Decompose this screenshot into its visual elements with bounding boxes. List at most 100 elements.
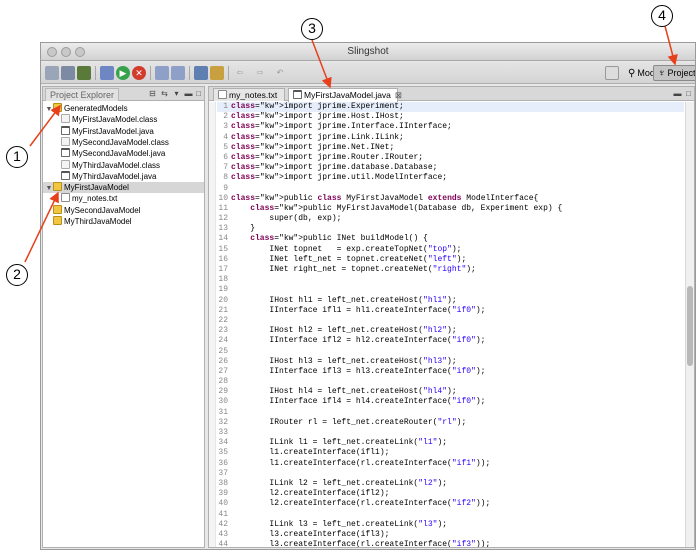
tree-item-label: MySecondJavaModel.java (72, 149, 166, 159)
scrollbar-thumb[interactable] (687, 286, 693, 366)
class-file-icon (61, 159, 70, 169)
code-line: 1 class="kw">import jprime.Experiment; (217, 102, 684, 113)
folder-icon (53, 216, 62, 225)
folder-icon (53, 103, 62, 112)
code-text: IHost hl3 = left_net.createHost("hl3"); (231, 356, 457, 366)
code-line: 29 IHost hl4 = left_net.createHost("hl4"… (217, 387, 684, 397)
perspective-project-label: Project (667, 68, 696, 78)
line-number: 41 (218, 509, 228, 519)
code-text: class="kw">import jprime.Net.INet; (231, 142, 395, 152)
line-number: 20 (218, 295, 228, 305)
edit-icon[interactable] (155, 66, 169, 80)
code-line: 36 l1.createInterface(rl.createInterface… (217, 459, 684, 469)
vertical-scrollbar[interactable] (685, 102, 694, 547)
save-icon[interactable] (61, 66, 75, 80)
network-icon[interactable] (194, 66, 208, 80)
maximize-editor-icon[interactable]: □ (684, 89, 693, 98)
line-number: 5 (223, 142, 228, 152)
code-line: 8 class="kw">import jprime.util.ModelInte… (217, 173, 684, 183)
tree-item[interactable]: ▼ MyFirstJavaModel (43, 182, 204, 194)
toolbar-separator (150, 66, 151, 80)
code-line: 15 INet topnet = exp.createTopNet("top")… (217, 245, 684, 255)
tree-item[interactable]: my_notes.txt (43, 193, 117, 204)
link-with-editor-icon[interactable]: ⇆ (160, 89, 169, 98)
source-code[interactable]: 1 class="kw">import jprime.Experiment; 2 cl… (217, 102, 684, 547)
project-explorer-view: Project Explorer ⊟ ⇆ ▾ ▬ □ ▼ GeneratedMod… (42, 86, 205, 548)
ide-window: Slingshot ▶ ✕ ⇦ ⇨ ↶ ⚲ Model ♆ Project Proj… (40, 42, 696, 550)
code-line: 19 (217, 285, 684, 295)
code-text: l3.createInterface(ifl3); (231, 529, 390, 539)
maximize-view-icon[interactable]: □ (194, 89, 203, 98)
tab-my-notes[interactable]: my_notes.txt (213, 88, 285, 101)
code-text: super(db, exp); (231, 214, 342, 224)
code-text: INet right_net = topnet.createNet("right… (231, 265, 476, 274)
line-number: 17 (218, 265, 228, 274)
main-toolbar: ▶ ✕ ⇦ ⇨ ↶ ⚲ Model ♆ Project (41, 62, 695, 84)
tree-item[interactable]: MySecondJavaModel.java (43, 148, 165, 159)
line-number: 37 (218, 468, 228, 478)
window-title: Slingshot (347, 46, 389, 57)
code-line: 35 l1.createInterface(ifl1); (217, 448, 684, 458)
tree-item[interactable]: MySecondJavaModel.class (43, 136, 169, 148)
stop-icon[interactable]: ✕ (132, 66, 146, 80)
history-icon[interactable]: ↶ (273, 66, 287, 80)
code-text: class="kw">public class MyFirstJavaModel… (231, 193, 539, 203)
code-line: 7 class="kw">import jprime.database.Datab… (217, 163, 684, 173)
code-line: 21 IInterface ifl1 = hl1.createInterface… (217, 306, 684, 316)
line-number: 25 (218, 346, 228, 356)
line-number: 39 (218, 489, 228, 499)
forward-icon[interactable]: ⇨ (253, 66, 267, 80)
tree-item[interactable]: MyThirdJavaModel.class (43, 159, 161, 171)
deploy-icon[interactable] (210, 66, 224, 80)
java-file-icon (61, 125, 70, 135)
tree-item-label: MyThirdJavaModel.class (72, 160, 161, 170)
minimize-view-icon[interactable]: ▬ (184, 89, 193, 98)
tree-item-label: MyThirdJavaModel.java (72, 171, 157, 181)
menu-icon[interactable] (45, 66, 59, 80)
tree-item[interactable]: MyThirdJavaModel (43, 216, 132, 227)
code-text: ILink l3 = left_net.createLink("l3"); (231, 519, 448, 529)
folder-icon (53, 182, 62, 192)
code-text: class="kw">public MyFirstJavaModel(Datab… (250, 203, 563, 213)
back-icon[interactable]: ⇦ (233, 66, 247, 80)
open-perspective-icon[interactable] (605, 66, 619, 80)
code-text: class="kw">import jprime.Interface.IInte… (231, 122, 452, 132)
run-icon[interactable]: ▶ (116, 66, 130, 80)
text-file-icon (61, 193, 70, 203)
line-number: 35 (218, 448, 228, 458)
tree-item[interactable]: MySecondJavaModel (43, 204, 141, 216)
cut-icon[interactable] (77, 66, 91, 80)
code-editor: my_notes.txt MyFirstJavaModel.java ⊠ ▬ □ … (208, 86, 695, 548)
collapse-all-icon[interactable]: ⊟ (148, 89, 157, 98)
line-number: 4 (223, 132, 228, 142)
folder-icon (53, 204, 62, 214)
close-tab-icon[interactable]: ⊠ (395, 90, 402, 100)
tab-myfirstjavamodel-label: MyFirstJavaModel.java (304, 90, 391, 100)
code-line: 33 (217, 428, 684, 438)
tab-project-explorer[interactable]: Project Explorer (45, 88, 120, 101)
pencil-icon[interactable] (171, 66, 185, 80)
editor-tab-bar: my_notes.txt MyFirstJavaModel.java ⊠ ▬ □ (209, 87, 694, 102)
code-text: IRouter rl = left_net.createRouter("rl")… (231, 417, 467, 427)
line-number: 7 (223, 163, 228, 173)
line-number: 21 (218, 305, 228, 315)
perspective-project[interactable]: ♆ Project (653, 65, 696, 81)
tree-item[interactable]: MyThirdJavaModel.java (43, 170, 157, 182)
new-model-icon[interactable] (100, 66, 114, 80)
tree-item[interactable]: MyFirstJavaModel.java (43, 125, 154, 137)
code-text: class="kw">public INet buildModel() { (250, 234, 428, 244)
tree-item-label: GeneratedModels (64, 104, 128, 113)
tree-item[interactable]: MyFirstJavaModel.class (43, 114, 157, 125)
line-number: 26 (218, 356, 228, 366)
code-line: 39 l2.createInterface(ifl2); (217, 489, 684, 499)
minimize-editor-icon[interactable]: ▬ (673, 89, 682, 98)
line-number: 29 (218, 387, 228, 397)
code-text: IInterface ifl4 = hl4.createInterface("i… (231, 397, 486, 407)
tree-item[interactable]: ▼ GeneratedModels (43, 103, 128, 114)
line-number: 10 (218, 193, 228, 203)
view-menu-icon[interactable]: ▾ (172, 89, 181, 98)
line-number: 15 (218, 244, 228, 254)
code-line: 11 class="kw">public MyFirstJavaModel(Da… (217, 204, 684, 214)
tab-myfirstjavamodel[interactable]: MyFirstJavaModel.java ⊠ (288, 88, 402, 102)
tree-item-label: MySecondJavaModel (64, 205, 141, 215)
